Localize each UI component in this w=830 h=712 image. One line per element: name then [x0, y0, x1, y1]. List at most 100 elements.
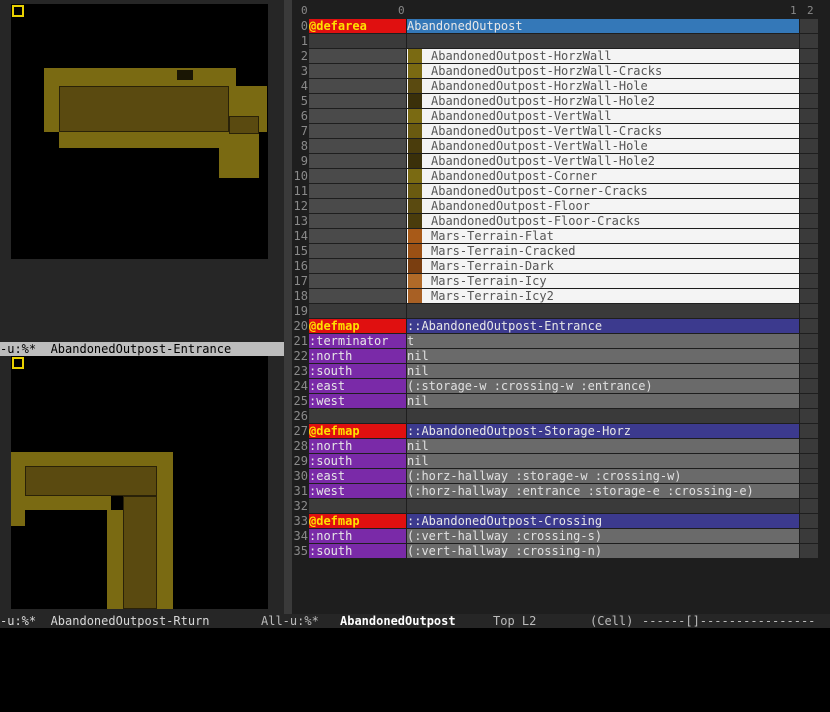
table-row[interactable]: 4 AbandonedOutpost-HorzWall-Hole — [292, 79, 830, 94]
cell-col1[interactable]: (:horz-hallway :entrance :storage-e :cro… — [407, 484, 799, 498]
table-row[interactable]: 18 Mars-Terrain-Icy2 — [292, 289, 830, 304]
table-row[interactable]: 9 AbandonedOutpost-VertWall-Hole2 — [292, 154, 830, 169]
cell-col1[interactable]: Mars-Terrain-Icy2 — [407, 289, 799, 303]
cell-col1[interactable]: nil — [407, 454, 799, 468]
cell-col0[interactable] — [309, 139, 406, 153]
cell-col2[interactable] — [800, 364, 818, 378]
cell-col2[interactable] — [800, 94, 818, 108]
cell-col2[interactable] — [800, 454, 818, 468]
cell-col2[interactable] — [800, 544, 818, 558]
spreadsheet-pane[interactable]: 0 0 1 2 0 @defarea AbandonedOutpost 1 2 Aband… — [292, 0, 830, 614]
cell-col2[interactable] — [800, 214, 818, 228]
table-row[interactable]: 33 @defmap::AbandonedOutpost-Crossing — [292, 514, 830, 529]
cell-col2[interactable] — [800, 289, 818, 303]
cell-col0[interactable] — [309, 109, 406, 123]
cell-col2[interactable] — [800, 439, 818, 453]
cell-col2[interactable] — [800, 499, 818, 513]
window-divider[interactable] — [284, 0, 292, 614]
table-row[interactable]: 5 AbandonedOutpost-HorzWall-Hole2 — [292, 94, 830, 109]
cell-col1[interactable]: AbandonedOutpost-HorzWall — [407, 49, 799, 63]
cell-col0[interactable]: @defarea — [309, 19, 406, 33]
cell-col1[interactable]: nil — [407, 349, 799, 363]
cell-col0[interactable] — [309, 64, 406, 78]
cell-col0[interactable] — [309, 49, 406, 63]
cell-col2[interactable] — [800, 409, 818, 423]
cell-col0[interactable]: :east — [309, 469, 406, 483]
cell-col0[interactable]: @defmap — [309, 424, 406, 438]
table-row[interactable]: 21:terminator t — [292, 334, 830, 349]
cell-col1[interactable]: Mars-Terrain-Flat — [407, 229, 799, 243]
table-row[interactable]: 16 Mars-Terrain-Dark — [292, 259, 830, 274]
table-row[interactable]: 12 AbandonedOutpost-Floor — [292, 199, 830, 214]
table-row[interactable]: 27 @defmap::AbandonedOutpost-Storage-Horz — [292, 424, 830, 439]
table-row[interactable]: 2 AbandonedOutpost-HorzWall — [292, 49, 830, 64]
table-row[interactable]: 17 Mars-Terrain-Icy — [292, 274, 830, 289]
cell-col0[interactable] — [309, 184, 406, 198]
cell-col1[interactable]: nil — [407, 394, 799, 408]
cell-col0[interactable] — [309, 79, 406, 93]
table-row[interactable]: 14 Mars-Terrain-Flat — [292, 229, 830, 244]
cell-col1[interactable]: AbandonedOutpost-VertWall-Hole2 — [407, 154, 799, 168]
cell-col1[interactable]: AbandonedOutpost-HorzWall-Hole — [407, 79, 799, 93]
cell-col1[interactable]: ::AbandonedOutpost-Crossing — [407, 514, 799, 528]
cell-col0[interactable]: :south — [309, 454, 406, 468]
cell-col1[interactable]: ::AbandonedOutpost-Entrance — [407, 319, 799, 333]
cell-col0[interactable]: :south — [309, 364, 406, 378]
table-row[interactable]: 31:west (:horz-hallway :entrance :storage… — [292, 484, 830, 499]
cell-col2[interactable] — [800, 274, 818, 288]
cell-col2[interactable] — [800, 424, 818, 438]
cell-col0[interactable]: :west — [309, 394, 406, 408]
cell-col0[interactable]: :north — [309, 349, 406, 363]
cell-col2[interactable] — [800, 259, 818, 273]
cell-col0[interactable]: :south — [309, 544, 406, 558]
cell-col0[interactable] — [309, 304, 406, 318]
cell-col1[interactable]: Mars-Terrain-Dark — [407, 259, 799, 273]
cell-col0[interactable]: @defmap — [309, 514, 406, 528]
cell-col2[interactable] — [800, 169, 818, 183]
cell-col2[interactable] — [800, 469, 818, 483]
cell-col2[interactable] — [800, 379, 818, 393]
cell-col2[interactable] — [800, 529, 818, 543]
cell-col2[interactable] — [800, 124, 818, 138]
cell-col0[interactable] — [309, 499, 406, 513]
cell-col1[interactable] — [407, 34, 799, 48]
cell-col1[interactable]: AbandonedOutpost-VertWall — [407, 109, 799, 123]
table-row[interactable]: 8 AbandonedOutpost-VertWall-Hole — [292, 139, 830, 154]
cell-col2[interactable] — [800, 34, 818, 48]
cell-col1[interactable]: AbandonedOutpost-Corner — [407, 169, 799, 183]
cell-col0[interactable] — [309, 274, 406, 288]
table-row[interactable]: 28:north nil — [292, 439, 830, 454]
table-row[interactable]: 11 AbandonedOutpost-Corner-Cracks — [292, 184, 830, 199]
table-row[interactable]: 19 — [292, 304, 830, 319]
cell-col2[interactable] — [800, 394, 818, 408]
cell-col1[interactable]: AbandonedOutpost-VertWall-Cracks — [407, 124, 799, 138]
cell-col2[interactable] — [800, 154, 818, 168]
cell-col1[interactable]: (:vert-hallway :crossing-n) — [407, 544, 799, 558]
cell-col2[interactable] — [800, 49, 818, 63]
table-row[interactable]: 29:south nil — [292, 454, 830, 469]
cell-col1[interactable]: Mars-Terrain-Cracked — [407, 244, 799, 258]
cell-col0[interactable] — [309, 214, 406, 228]
cell-col0[interactable]: :north — [309, 529, 406, 543]
cell-col1[interactable]: AbandonedOutpost-HorzWall-Cracks — [407, 64, 799, 78]
table-row[interactable]: 24:east (:storage-w :crossing-w :entrance… — [292, 379, 830, 394]
cell-col0[interactable] — [309, 259, 406, 273]
cell-col2[interactable] — [800, 484, 818, 498]
table-row[interactable]: 0 @defarea AbandonedOutpost — [292, 19, 830, 34]
cell-col2[interactable] — [800, 199, 818, 213]
cell-col0[interactable] — [309, 229, 406, 243]
table-row[interactable]: 1 — [292, 34, 830, 49]
cell-col2[interactable] — [800, 229, 818, 243]
cell-col2[interactable] — [800, 319, 818, 333]
map-view-entrance[interactable] — [0, 0, 284, 342]
table-row[interactable]: 3 AbandonedOutpost-HorzWall-Cracks — [292, 64, 830, 79]
cell-col1[interactable]: AbandonedOutpost — [407, 19, 799, 33]
table-row[interactable]: 34:north (:vert-hallway :crossing-s) — [292, 529, 830, 544]
map-view-rturn[interactable] — [0, 356, 284, 614]
cell-col2[interactable] — [800, 184, 818, 198]
cell-col0[interactable] — [309, 244, 406, 258]
cell-col0[interactable] — [309, 124, 406, 138]
table-row[interactable]: 26 — [292, 409, 830, 424]
cell-col0[interactable] — [309, 199, 406, 213]
cell-col2[interactable] — [800, 244, 818, 258]
